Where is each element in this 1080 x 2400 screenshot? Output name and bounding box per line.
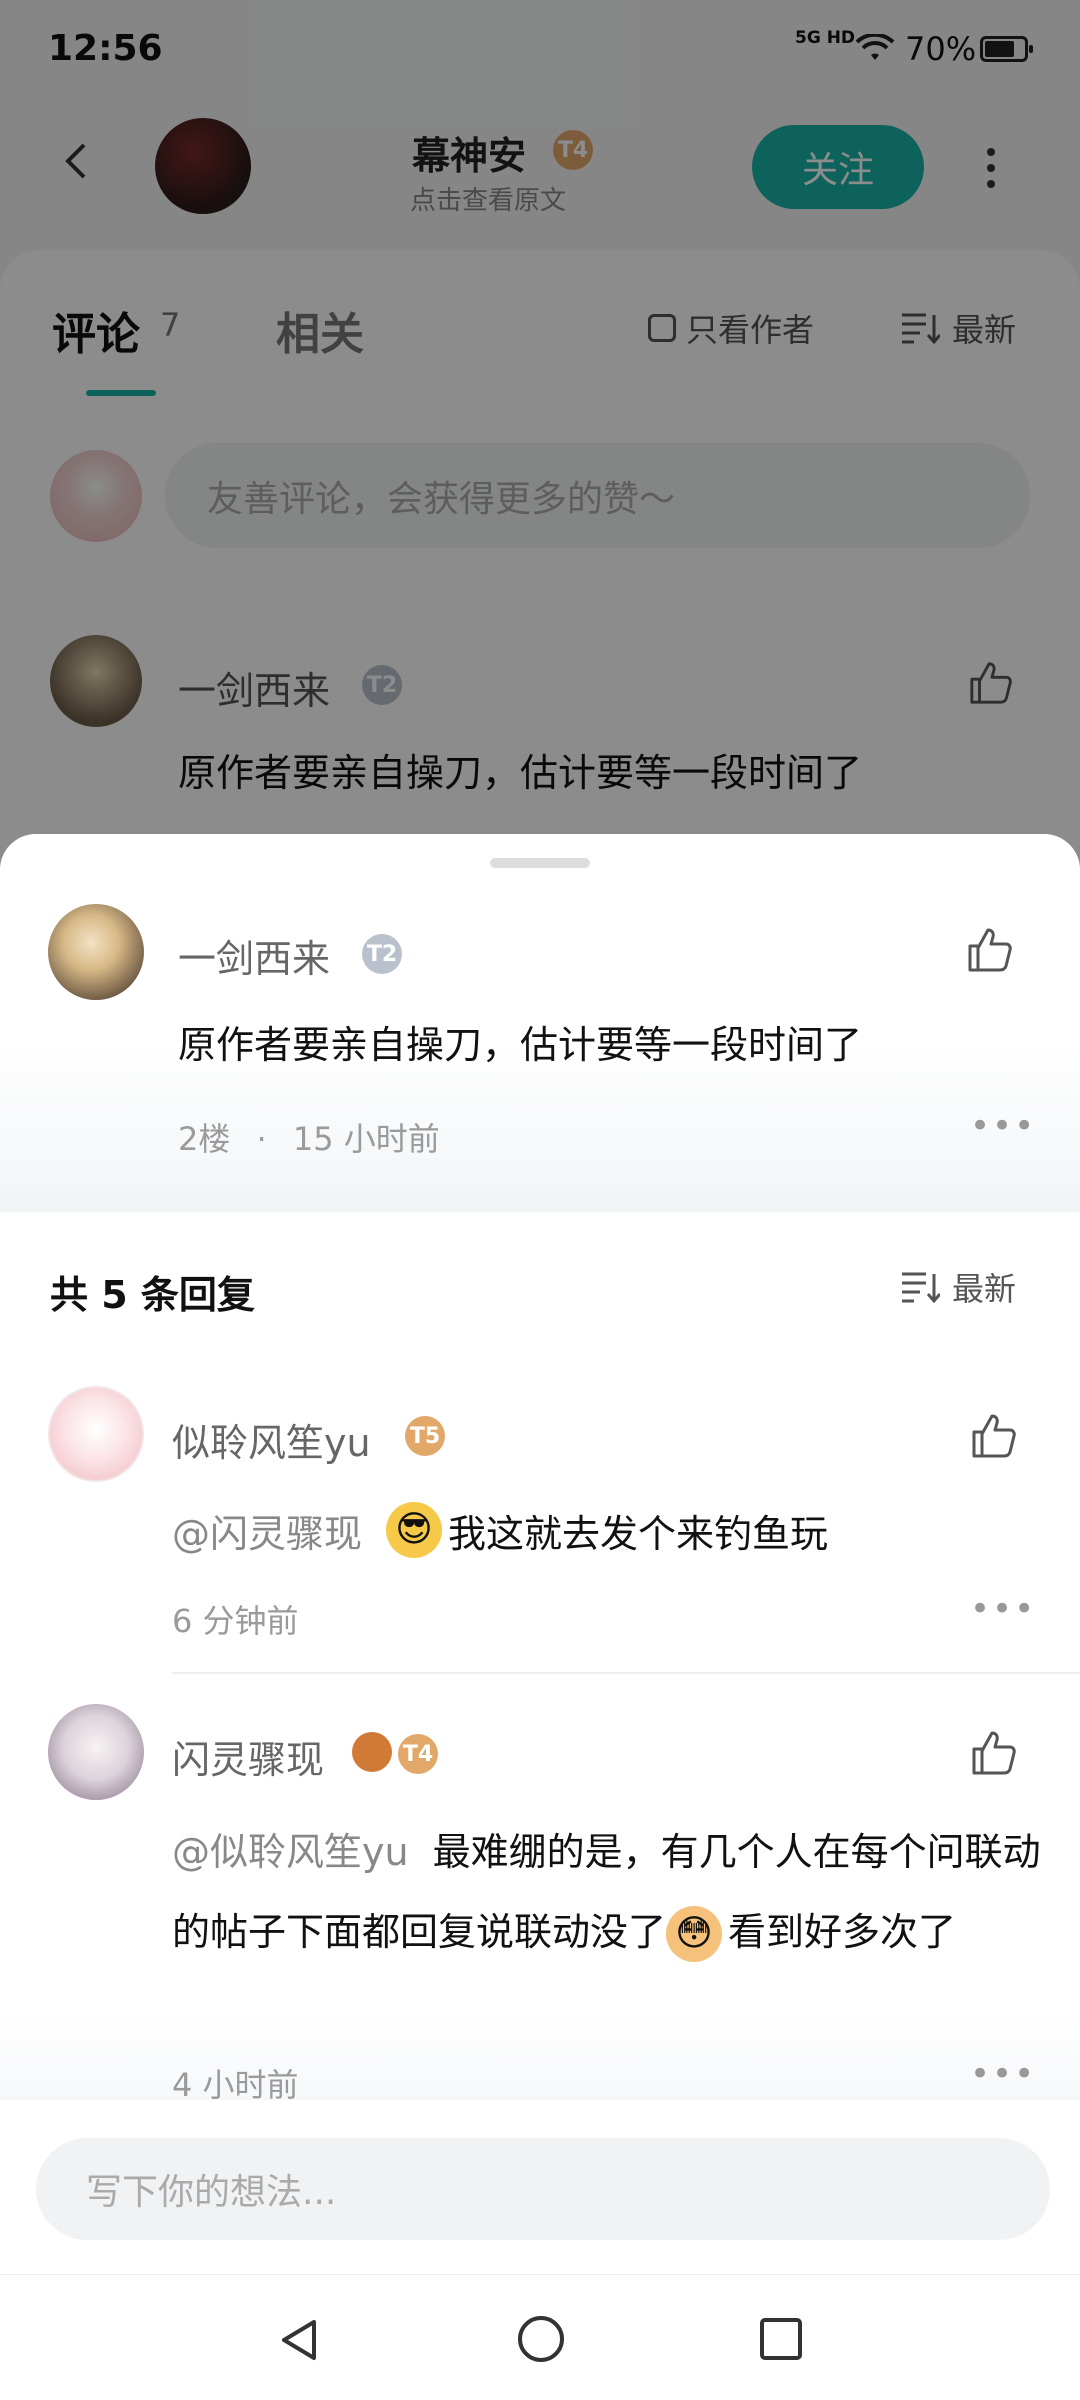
- reply-body: 我这就去发个来钓鱼玩: [448, 1511, 829, 1556]
- sunglasses-emoji-icon: 😎: [386, 1502, 443, 1558]
- root-comment-text: 原作者要亲自操刀，估计要等一段时间了: [178, 1023, 863, 1067]
- meta-separator: ·: [256, 1120, 267, 1158]
- like-icon[interactable]: [970, 1412, 1018, 1460]
- nav-back-icon[interactable]: [278, 2318, 322, 2362]
- replies-sheet: 一剑西来 T2 原作者要亲自操刀，估计要等一段时间了 2楼 · 15 小时前 •…: [0, 834, 1080, 2400]
- reply-input[interactable]: 写下你的想法...: [36, 2138, 1050, 2240]
- divider: [172, 1672, 1080, 1674]
- like-icon[interactable]: [970, 1729, 1018, 1777]
- reply-avatar[interactable]: [48, 1386, 144, 1482]
- fan-badge-icon: [352, 1732, 392, 1772]
- root-level-badge: T2: [362, 934, 402, 974]
- replies-count-header: 共 5 条回复: [50, 1273, 255, 1317]
- reply-avatar[interactable]: [48, 1704, 144, 1800]
- nav-recents-icon[interactable]: [760, 2318, 802, 2360]
- root-comment-meta: 2楼 · 15 小时前: [178, 1114, 440, 1160]
- root-comment-username[interactable]: 一剑西来: [178, 928, 330, 983]
- nav-home-icon[interactable]: [518, 2316, 564, 2362]
- scroll-fade: [0, 2014, 1080, 2104]
- more-dots-icon[interactable]: •••: [970, 1106, 1036, 1146]
- like-icon[interactable]: [966, 926, 1014, 974]
- flushed-emoji-icon: 😳: [666, 1906, 723, 1962]
- reply-username[interactable]: 闪灵骤现: [172, 1729, 324, 1784]
- sort-icon: [902, 1272, 940, 1304]
- reply-text: @闪灵骤现 😎 我这就去发个来钓鱼玩: [172, 1502, 828, 1558]
- more-dots-icon[interactable]: •••: [970, 2054, 1036, 2094]
- sheet-drag-handle[interactable]: [490, 858, 590, 868]
- sort-label: 最新: [952, 1270, 1017, 1308]
- reply-time: 6 分钟前: [172, 1602, 299, 1640]
- mention-link[interactable]: @似聆风笙yu: [172, 1830, 409, 1874]
- reply-level-badge: T5: [405, 1416, 445, 1456]
- reply-username[interactable]: 似聆风笙yu: [172, 1412, 371, 1467]
- more-dots-icon[interactable]: •••: [970, 1589, 1036, 1629]
- mention-link[interactable]: @闪灵骤现: [172, 1503, 362, 1558]
- replies-sort-toggle[interactable]: 最新: [900, 1264, 1016, 1310]
- comment-time: 15 小时前: [292, 1120, 440, 1158]
- floor-number: 2楼: [178, 1120, 231, 1158]
- reply-level-badge: T4: [398, 1734, 438, 1774]
- reply-body-part2: 看到好多次了: [728, 1910, 957, 1954]
- reply-text: @似聆风笙yu 最难绷的是，有几个人在每个问联动的帖子下面都回复说联动没了 😳 看到好…: [172, 1812, 1052, 1972]
- root-comment-avatar[interactable]: [48, 904, 144, 1000]
